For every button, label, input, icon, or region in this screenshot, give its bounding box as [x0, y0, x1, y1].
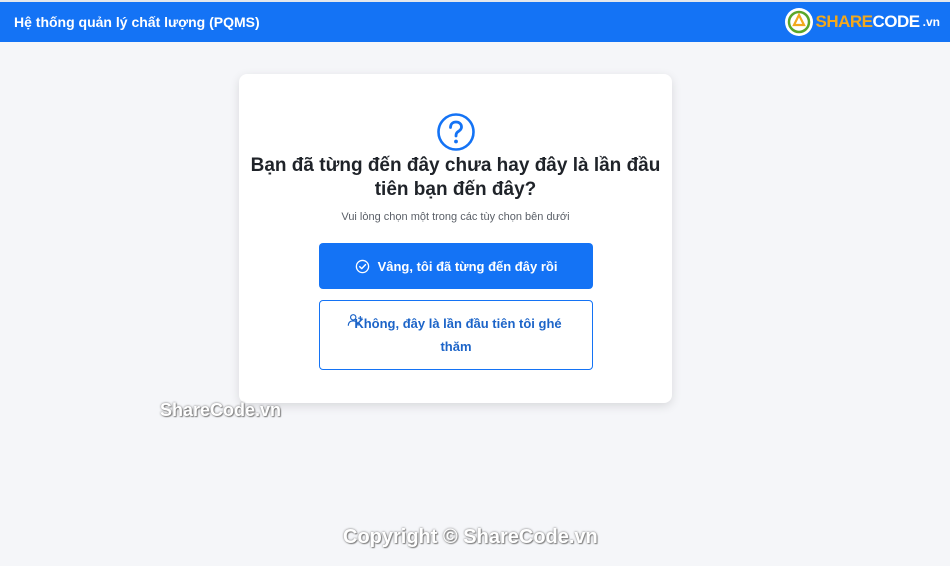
sharecode-logo-icon: [784, 8, 813, 36]
user-plus-icon: [347, 314, 363, 326]
first-time-visitor-button[interactable]: Không, đây là lần đầu tiên tôi ghé thăm: [319, 300, 593, 370]
top-navbar: Hệ thống quản lý chất lượng (PQMS) SHARE…: [0, 2, 950, 42]
sharecode-watermark: ShareCode.vn: [160, 400, 282, 420]
copyright-watermark: Copyright © ShareCode.vn: [343, 526, 598, 548]
card-subtitle: Vui lòng chọn một trong các tùy chọn bên…: [341, 211, 570, 223]
logo-text-share: SHARE: [815, 12, 874, 31]
visit-question-card: Bạn đã từng đến đây chưa hay đây là lần …: [239, 74, 672, 403]
check-circle-icon: [355, 259, 369, 273]
app-title[interactable]: Hệ thống quản lý chất lượng (PQMS): [14, 14, 260, 30]
returning-visitor-button[interactable]: Vâng, tôi đã từng đến đây rồi: [319, 243, 593, 289]
logo-text-code: CODE: [872, 12, 921, 31]
card-title: Bạn đã từng đến đây chưa hay đây là lần …: [250, 155, 661, 200]
first-time-visitor-label: Không, đây là lần đầu tiên tôi ghé thăm: [354, 316, 562, 354]
sharecode-logo[interactable]: SHARECODE .vn: [784, 8, 940, 36]
returning-visitor-label: Vâng, tôi đã từng đến đây rồi: [377, 258, 558, 274]
question-circle-icon: [437, 113, 475, 151]
logo-text-vn: .vn: [922, 15, 940, 29]
